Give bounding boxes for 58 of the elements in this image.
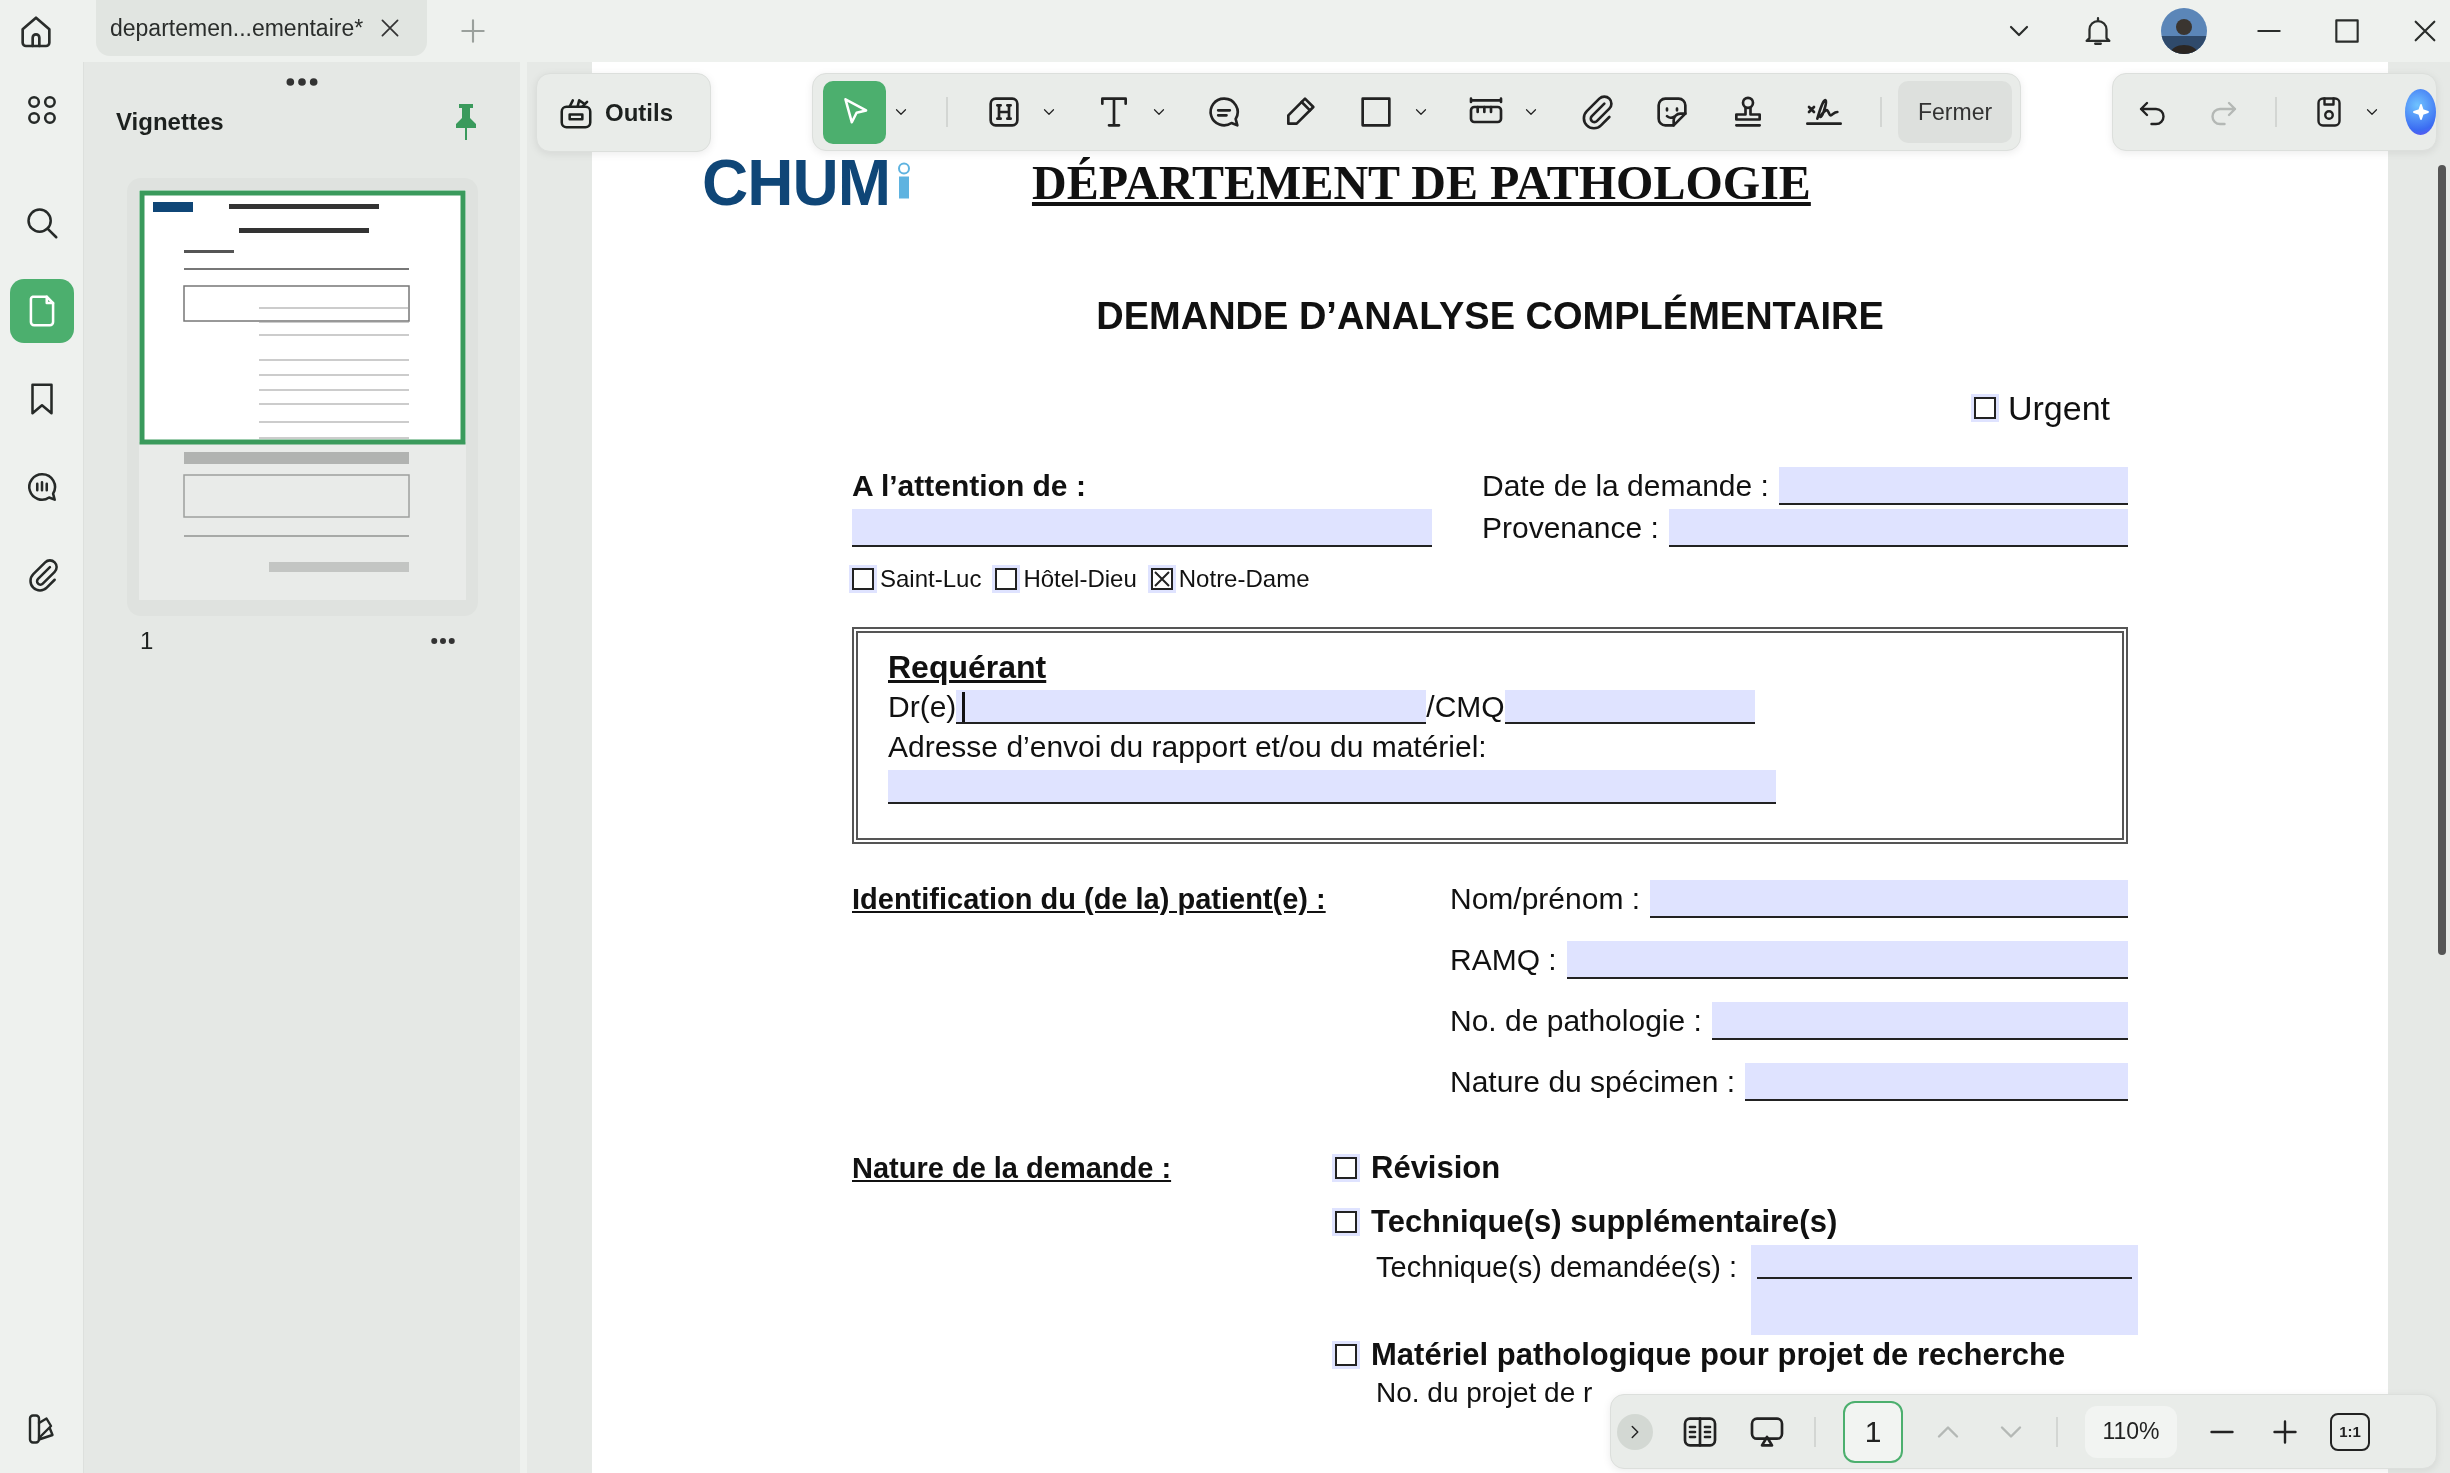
field-label: No. de pathologie : [1450,1004,1702,1038]
checkbox[interactable] [852,568,874,590]
zoom-level[interactable]: 110% [2085,1405,2177,1458]
field-label: Nom/prénom : [1450,882,1641,916]
panel-title: Vignettes [116,108,224,136]
field-label: Technique(s) demandée(s) : [1376,1250,1738,1285]
close-button[interactable]: Fermer [1898,81,2013,143]
field-label: Provenance : [1482,511,1659,545]
department-heading: DÉPARTEMENT DE PATHOLOGIE [1031,158,1811,208]
input-field[interactable] [888,770,1776,804]
input-field[interactable] [1745,1063,2128,1101]
figure-icon [895,162,912,200]
input-field[interactable] [1778,467,2128,505]
input-field[interactable] [1668,509,2128,547]
checkbox-label: Hôtel-Dieu [1023,565,1137,593]
field-label: Nature du spécimen : [1450,1065,1736,1099]
field-label: Adresse d’envoi du rapport et/ou du matériel: [888,730,1487,764]
field-label: Date de la demande : [1482,469,1769,503]
document-tab[interactable]: departemen...ementaire* [96,0,428,56]
checkbox[interactable] [1335,1344,1357,1366]
field-label: Dr(e) [888,690,957,724]
checkbox[interactable] [1150,568,1173,590]
section-heading: Nature de la demande : [852,1152,1172,1184]
input-field[interactable] [956,690,1427,724]
field-label: RAMQ : [1450,943,1557,977]
pages-button[interactable] [9,279,74,343]
tool-button[interactable] [823,80,886,144]
section-heading: Identification du (de la) patient(e) : [852,882,1326,917]
avatar[interactable] [2161,8,2207,54]
section-heading: Requérant [888,648,1048,687]
actual-size-button[interactable]: 1:1 [2330,1412,2370,1451]
scrollbar[interactable] [2438,165,2446,955]
field-label: A l’attention de : [852,469,1086,503]
checkbox-label: Technique(s) supplémentaire(s) [1371,1204,1838,1240]
form-title: DEMANDE D’ANALYSE COMPLÉMENTAIRE [1096,293,1884,339]
page-number-field[interactable]: 1 [1843,1400,1903,1463]
checkbox[interactable] [995,568,1018,590]
checkbox-label: Saint-Luc [880,565,982,593]
logo: CHUM [702,158,890,208]
text-cursor [962,692,966,722]
page-number: 1 [140,627,154,655]
input-field[interactable] [1504,690,1755,724]
checkbox-label: Matériel pathologique pour projet de recherche [1371,1337,2066,1373]
assistant-button[interactable] [2405,89,2436,135]
checkbox-label: Révision [1371,1150,1501,1186]
input-field[interactable] [1566,941,2128,979]
checkbox[interactable] [1973,397,1996,419]
page-thumbnail[interactable] [138,190,466,600]
checkbox[interactable] [1335,1211,1357,1233]
input-field[interactable] [1650,880,2128,918]
input-field[interactable] [1711,1002,2128,1040]
field-label: No. du projet de r [1376,1377,1593,1408]
input-field[interactable] [852,509,1432,547]
input-field[interactable] [1751,1245,2138,1335]
field-label: /CMQ [1426,690,1505,724]
checkbox[interactable] [1335,1157,1357,1179]
checkbox-label: Urgent [2007,388,2110,428]
checkbox-label: Notre-Dame [1178,565,1310,593]
